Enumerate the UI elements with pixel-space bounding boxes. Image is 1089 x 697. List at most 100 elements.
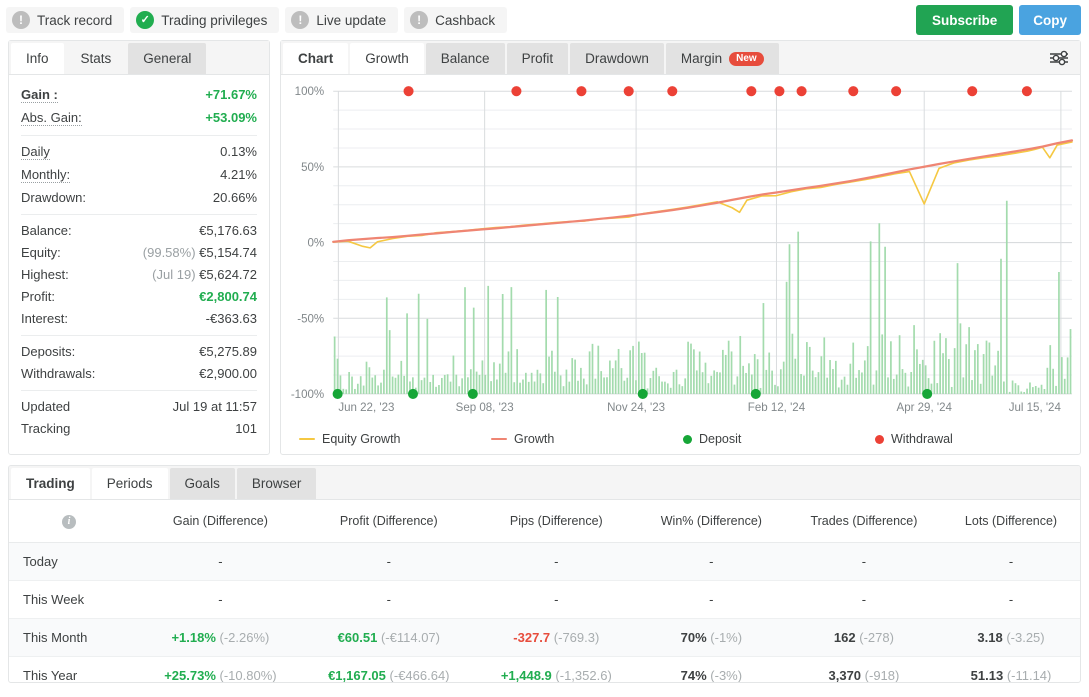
subscribe-button[interactable]: Subscribe <box>915 5 1014 35</box>
col-pips[interactable]: Pips (Difference) <box>475 500 637 543</box>
tab-label: Info <box>26 51 49 66</box>
tab-label: Chart <box>298 51 334 66</box>
stat-row-profit: Profit: €2,800.74 <box>21 285 257 307</box>
stat-label: Deposits: <box>21 343 76 359</box>
tab-stats[interactable]: Stats <box>66 43 127 74</box>
legend-swatch <box>491 437 507 441</box>
col-profit[interactable]: Profit (Difference) <box>301 500 476 543</box>
status-chip-bar: Track record Trading privileges Live upd… <box>0 0 1089 40</box>
stat-row-monthly: Monthly: 4.21% <box>21 163 257 186</box>
cell-pips: - <box>475 580 637 619</box>
main-content: Info Stats General Gain : +71.67% Abs. G… <box>0 40 1089 455</box>
tab-periods[interactable]: Periods <box>91 468 168 499</box>
legend-label: Deposit <box>699 432 742 447</box>
divider <box>21 135 257 136</box>
tab-info[interactable]: Info <box>11 43 64 74</box>
growth-chart-svg: 100% 50% 0% -50% -100% Jun 22, '23 Sep 08, '23… <box>291 86 1074 414</box>
tab-trading[interactable]: Trading <box>11 468 90 499</box>
cell-trades: - <box>785 580 943 619</box>
stat-label: Updated <box>21 398 71 414</box>
tab-browser[interactable]: Browser <box>236 468 317 499</box>
cell-lots: - <box>942 542 1080 581</box>
cell-lots: 51.13 (-11.14) <box>942 656 1080 683</box>
svg-text:Apr 29, '24: Apr 29, '24 <box>897 402 953 414</box>
cell-gain: - <box>139 542 302 581</box>
stat-value: €2,900.00 <box>199 365 257 381</box>
tab-goals[interactable]: Goals <box>169 468 235 499</box>
cell-winpct: - <box>636 580 786 619</box>
stat-value: 20.66% <box>212 189 257 205</box>
stat-row-gain: Gain : +71.67% <box>21 83 257 106</box>
stat-value: Jul 19 at 11:57 <box>172 398 257 414</box>
stat-row-withdrawals: Withdrawals: €2,900.00 <box>21 362 257 384</box>
legend-swatch <box>875 434 884 444</box>
col-trades[interactable]: Trades (Difference) <box>785 500 943 543</box>
row-period: This Week <box>9 580 139 619</box>
info-icon[interactable]: i <box>62 514 76 529</box>
cell-main: - <box>386 591 391 607</box>
col-info[interactable]: i <box>9 500 139 543</box>
tab-label: Browser <box>251 476 302 491</box>
cell-winpct: 70% (-1%) <box>636 618 786 657</box>
stat-value: 4.21% <box>220 166 257 182</box>
stat-row-deposits: Deposits: €5,275.89 <box>21 340 257 362</box>
cell-diff: (-1%) <box>710 629 743 645</box>
table-row: This Month +1.18% (-2.26%) €60.51 (-€114… <box>9 618 1080 657</box>
stat-row-daily: Daily 0.13% <box>21 140 257 163</box>
sliders-icon[interactable] <box>1046 47 1072 69</box>
svg-text:Sep 08, '23: Sep 08, '23 <box>456 402 514 414</box>
cell-lots: - <box>942 580 1080 619</box>
cell-trades: - <box>785 542 943 581</box>
copy-button[interactable]: Copy <box>1019 5 1081 35</box>
tab-margin[interactable]: Margin New <box>665 43 779 74</box>
cell-pips: +1,448.9 (-1,352.6) <box>475 656 637 682</box>
tab-general[interactable]: General <box>128 43 207 74</box>
exclamation-icon <box>12 11 30 29</box>
tab-label: Stats <box>80 51 112 66</box>
tab-drawdown[interactable]: Drawdown <box>570 43 664 74</box>
cell-main: 74% <box>680 667 707 683</box>
cell-main: - <box>554 591 559 607</box>
info-panel: Info Stats General Gain : +71.67% Abs. G… <box>8 40 270 455</box>
stat-prefix: (Jul 19) <box>152 266 196 282</box>
stat-prefix: (99.58%) <box>142 244 196 260</box>
svg-text:-50%: -50% <box>297 313 324 325</box>
svg-text:Feb 12, '24: Feb 12, '24 <box>748 402 806 414</box>
col-lots[interactable]: Lots (Difference) <box>942 500 1080 543</box>
cell-main: 162 <box>833 629 856 645</box>
tab-label: Balance <box>440 51 490 66</box>
cell-diff: (-11.14) <box>1006 667 1052 683</box>
stat-value: +53.09% <box>205 109 257 125</box>
legend-label: Withdrawal <box>891 432 953 447</box>
chart-tabbar: Chart Growth Balance Profit Drawdown Mar… <box>281 41 1080 75</box>
cell-pips: - <box>475 542 637 581</box>
col-winpct[interactable]: Win% (Difference) <box>636 500 786 543</box>
growth-chart[interactable]: 100% 50% 0% -50% -100% Jun 22, '23 Sep 08, '23… <box>281 75 1080 424</box>
legend-swatch <box>683 434 692 444</box>
tab-chart[interactable]: Chart <box>283 43 349 74</box>
check-circle-icon <box>136 11 155 29</box>
divider <box>21 390 257 391</box>
chip-trading-privileges[interactable]: Trading privileges <box>130 7 280 33</box>
tab-label: Periods <box>106 476 153 491</box>
cell-main: +25.73% <box>164 667 216 683</box>
svg-text:50%: 50% <box>301 162 324 174</box>
legend-label: Growth <box>514 432 555 447</box>
col-gain[interactable]: Gain (Difference) <box>139 500 302 543</box>
cell-main: - <box>709 553 714 569</box>
tab-growth[interactable]: Growth <box>350 43 424 74</box>
cell-main: 3,370 <box>828 667 862 683</box>
stat-label: Balance: <box>21 222 72 238</box>
chip-live-update[interactable]: Live update <box>285 7 399 33</box>
cell-main: €1,167.05 <box>328 667 386 683</box>
chip-track-record[interactable]: Track record <box>6 7 125 33</box>
cell-main: 51.13 <box>970 667 1004 683</box>
stat-label: Equity: <box>21 244 61 260</box>
cell-diff: (-3%) <box>710 667 743 683</box>
chip-cashback[interactable]: Cashback <box>404 7 508 33</box>
cell-main: - <box>861 553 867 569</box>
tab-balance[interactable]: Balance <box>425 43 505 74</box>
tab-profit[interactable]: Profit <box>506 43 569 74</box>
cell-diff: (-2.26%) <box>219 629 270 645</box>
table-row: This Week - - - - - - <box>9 580 1080 619</box>
